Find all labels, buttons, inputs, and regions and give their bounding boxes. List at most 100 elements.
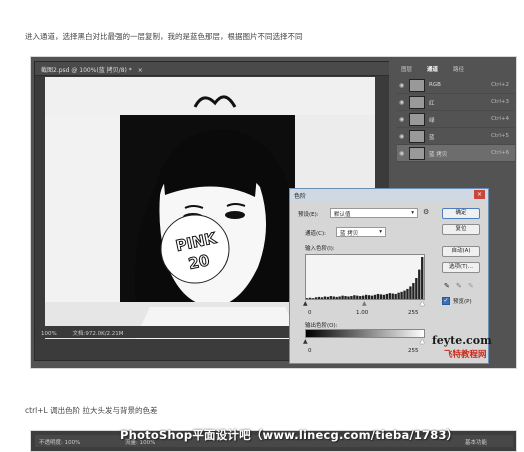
gear-icon[interactable]: ⚙	[423, 208, 429, 216]
histogram-bar	[326, 296, 329, 299]
input-black-value[interactable]: 0	[308, 310, 312, 316]
chevron-down-icon: ▾	[379, 229, 382, 235]
ok-button[interactable]: 确定	[442, 208, 480, 219]
channel-select[interactable]: 蓝 拷贝 ▾	[336, 227, 386, 237]
channel-row-green[interactable]: ◉ 绿 Ctrl+4	[397, 111, 515, 128]
histogram-bar	[338, 296, 341, 299]
gray-eyedropper-icon[interactable]: ✎	[456, 282, 462, 290]
output-white-value[interactable]: 255	[408, 348, 419, 354]
black-point-slider[interactable]: ▲	[303, 300, 308, 307]
eye-icon[interactable]: ◉	[399, 150, 404, 157]
opacity-setting[interactable]: 不透明度: 100%	[39, 438, 80, 446]
channel-thumbnail	[409, 130, 425, 143]
histogram-bar	[353, 295, 356, 299]
channel-row-rgb[interactable]: ◉ RGB Ctrl+2	[397, 77, 515, 94]
preset-label: 预设(E):	[298, 212, 319, 218]
output-black-value[interactable]: 0	[308, 348, 312, 354]
document-title: 截图2.psd @ 100%(蓝 拷贝/8) *	[41, 67, 132, 74]
channel-thumbnail	[409, 96, 425, 109]
white-point-slider[interactable]: ▲	[420, 300, 425, 307]
histogram-bar	[373, 294, 377, 299]
channel-row-blue-copy[interactable]: ◉ 蓝 拷贝 Ctrl+6	[397, 145, 515, 162]
options-button[interactable]: 选项(T)...	[442, 262, 480, 273]
output-gradient	[305, 329, 425, 338]
histogram-bar	[314, 297, 318, 299]
channel-name: 绿	[429, 118, 435, 124]
histogram-bar	[409, 286, 412, 299]
histogram-bar	[379, 294, 383, 299]
close-icon[interactable]: ×	[138, 67, 143, 74]
eye-icon[interactable]: ◉	[399, 82, 404, 89]
eye-icon[interactable]: ◉	[399, 116, 404, 123]
histogram-bar	[385, 293, 388, 299]
input-white-value[interactable]: 255	[408, 310, 419, 316]
preview-checkbox[interactable]: ✓	[442, 297, 450, 305]
document-tab[interactable]: 截图2.psd @ 100%(蓝 拷贝/8) * ×	[35, 62, 391, 76]
eye-icon[interactable]: ◉	[399, 133, 404, 140]
dialog-title: 色阶	[294, 193, 307, 200]
white-eyedropper-icon[interactable]: ✎	[468, 282, 474, 290]
histogram-bar	[367, 295, 371, 299]
histogram	[305, 254, 425, 300]
channel-shortcut: Ctrl+5	[491, 133, 509, 139]
channel-thumbnail	[409, 147, 425, 160]
channel-shortcut: Ctrl+2	[491, 82, 509, 88]
histogram-bar	[370, 295, 374, 299]
histogram-bar	[341, 295, 344, 299]
histogram-bar	[356, 295, 359, 299]
black-eyedropper-icon[interactable]: ✎	[444, 282, 450, 290]
watermark-site: feyte.com	[432, 334, 492, 347]
auto-button[interactable]: 自动(A)	[442, 246, 480, 257]
channel-row-blue[interactable]: ◉ 蓝 Ctrl+5	[397, 128, 515, 145]
channel-shortcut: Ctrl+4	[491, 116, 509, 122]
workspace-select[interactable]: 基本功能	[465, 438, 487, 446]
output-white-slider[interactable]: ▲	[420, 338, 425, 345]
channel-thumbnail	[409, 79, 425, 92]
histogram-bar	[415, 278, 418, 299]
chevron-down-icon: ▾	[411, 210, 414, 216]
histogram-bar	[311, 298, 315, 299]
channel-row-red[interactable]: ◉ 红 Ctrl+3	[397, 94, 515, 111]
channel-label: 通道(C):	[305, 231, 326, 237]
caption-text: ctrl+L 调出色阶 拉大头发与背景的色差	[25, 406, 158, 415]
input-levels-label: 输入色阶(I):	[305, 246, 335, 252]
document-info[interactable]: 文档:972.0K/2.21M	[72, 331, 123, 337]
channel-thumbnail	[409, 113, 425, 126]
histogram-bar	[400, 291, 403, 299]
panel-tabs: 图层 通道 路径	[397, 63, 515, 77]
tab-paths[interactable]: 路径	[453, 65, 464, 73]
histogram-bar	[412, 283, 415, 299]
eye-icon[interactable]: ◉	[399, 99, 404, 106]
histogram-bar	[317, 296, 321, 299]
histogram-bar	[376, 293, 380, 299]
channel-name: 红	[429, 101, 435, 107]
histogram-bar	[403, 290, 406, 299]
histogram-bar	[350, 296, 353, 299]
zoom-level[interactable]: 100%	[41, 331, 57, 337]
forum-watermark: PhotoShop平面设计吧（www.linecg.com/tieba/1783…	[120, 428, 459, 442]
reset-button[interactable]: 复位	[442, 224, 480, 235]
gamma-slider[interactable]: ▲	[362, 300, 367, 307]
output-black-slider[interactable]: ▲	[303, 338, 308, 345]
tab-channels[interactable]: 通道	[427, 65, 438, 73]
photoshop-screenshot: 截图2.psd @ 100%(蓝 拷贝/8) * × PINK 20 100% …	[30, 56, 517, 369]
close-icon[interactable]: ×	[474, 190, 485, 199]
histogram-bar	[329, 296, 332, 299]
histogram-bar	[359, 296, 362, 299]
histogram-bar	[394, 293, 397, 299]
dialog-title-bar[interactable]: 色阶	[290, 189, 488, 201]
channel-name: 蓝	[429, 135, 435, 141]
histogram-bar	[365, 294, 368, 299]
tab-layers[interactable]: 图层	[401, 65, 412, 73]
histogram-bar	[335, 296, 338, 299]
input-gamma-value[interactable]: 1.00	[356, 310, 368, 316]
channel-shortcut: Ctrl+3	[491, 99, 509, 105]
preset-select[interactable]: 默认值 ▾	[330, 208, 418, 218]
histogram-bar	[397, 292, 400, 299]
histogram-bar	[388, 293, 391, 299]
histogram-chart	[306, 257, 424, 299]
histogram-bar	[347, 296, 350, 299]
histogram-bar	[308, 297, 312, 299]
histogram-bar	[344, 296, 347, 299]
output-levels-label: 输出色阶(O):	[305, 323, 338, 329]
